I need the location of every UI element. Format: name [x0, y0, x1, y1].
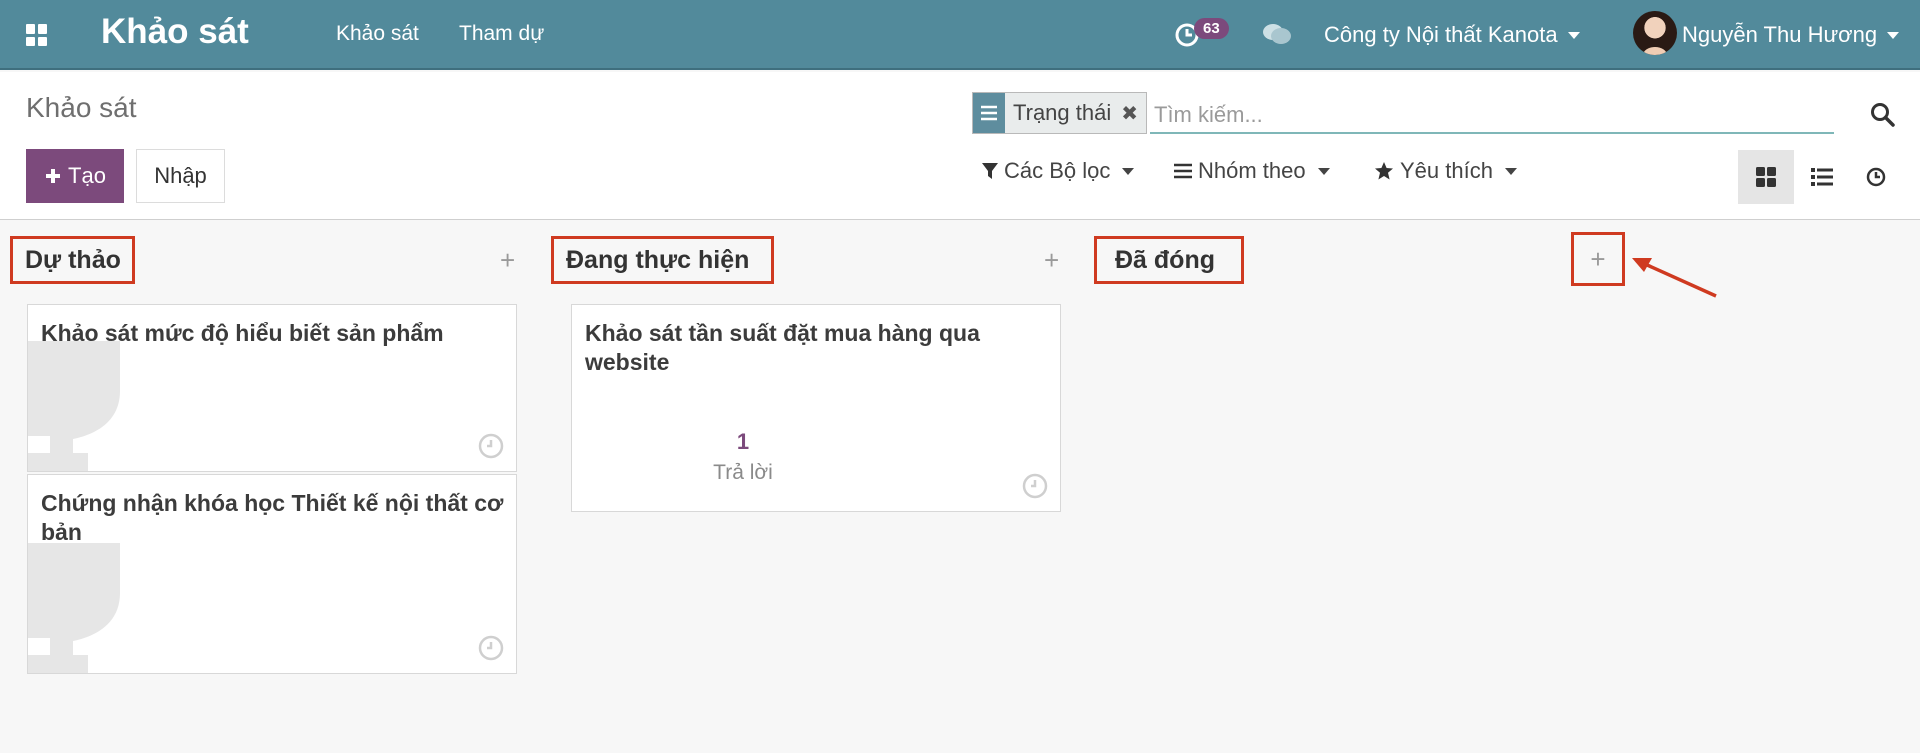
list-icon	[1174, 163, 1192, 179]
company-switcher[interactable]: Công ty Nội thất Kanota	[1324, 22, 1580, 48]
search-facet: Trạng thái ✖	[972, 92, 1148, 134]
user-name: Nguyễn Thu Hương	[1682, 22, 1878, 47]
breadcrumb: Khảo sát	[26, 92, 137, 123]
chat-icon[interactable]	[1262, 22, 1292, 48]
list-view-icon	[1811, 168, 1833, 186]
menu-khao-sat[interactable]: Khảo sát	[336, 22, 419, 46]
avatar[interactable]	[1633, 11, 1677, 55]
clock-icon[interactable]	[478, 433, 504, 459]
user-menu[interactable]: Nguyễn Thu Hương	[1682, 22, 1900, 48]
group-by-label: Nhóm theo	[1198, 158, 1306, 183]
activity-view-button[interactable]	[1848, 150, 1904, 204]
app-brand[interactable]: Khảo sát	[101, 12, 249, 52]
kanban-card[interactable]: Chứng nhận khóa học Thiết kế nội thất cơ…	[27, 474, 517, 674]
company-name: Công ty Nội thất Kanota	[1324, 22, 1558, 47]
column-title: Dự thảo	[25, 245, 121, 274]
column-header-du-thao[interactable]: Dự thảo	[10, 236, 135, 284]
menu-tham-du[interactable]: Tham dự	[459, 22, 544, 46]
search-input[interactable]	[1150, 98, 1834, 134]
answer-count[interactable]: 1	[698, 429, 788, 455]
top-navbar: Khảo sát Khảo sát Tham dự 63 Công ty Nội…	[0, 0, 1920, 70]
filter-icon	[982, 163, 998, 179]
create-button[interactable]: Tạo	[26, 149, 124, 203]
search-icon[interactable]	[1870, 102, 1896, 128]
activity-count-badge: 63	[1194, 18, 1229, 39]
clock-icon[interactable]	[478, 635, 504, 661]
star-icon	[1375, 162, 1393, 180]
list-view-button[interactable]	[1794, 150, 1850, 204]
apps-menu-icon[interactable]	[26, 24, 48, 46]
plus-icon	[46, 169, 61, 183]
kanban-view-button[interactable]	[1738, 150, 1794, 204]
card-title: Chứng nhận khóa học Thiết kế nội thất cơ…	[41, 490, 504, 545]
favorites-dropdown[interactable]: Yêu thích	[1374, 158, 1517, 184]
filters-dropdown[interactable]: Các Bộ lọc	[982, 158, 1135, 184]
group-by-dropdown[interactable]: Nhóm theo	[1174, 158, 1330, 184]
chevron-down-icon	[1504, 167, 1517, 175]
create-label: Tạo	[68, 163, 106, 188]
answer-count-label: Trả lời	[713, 461, 773, 484]
clock-icon[interactable]	[1022, 473, 1048, 499]
import-button[interactable]: Nhập	[136, 149, 225, 203]
column-title: Đã đóng	[1115, 245, 1215, 274]
column-title: Đang thực hiện	[566, 245, 750, 274]
control-panel: Khảo sát Tạo Nhập Trạng thái ✖ Các Bộ lọ…	[0, 72, 1920, 220]
search-bar: Trạng thái ✖	[972, 92, 1900, 136]
column-header-dang-thuc-hien[interactable]: Đang thực hiện	[551, 236, 774, 284]
chevron-down-icon	[1317, 167, 1330, 175]
chevron-down-icon	[1567, 31, 1580, 39]
chevron-down-icon	[1122, 167, 1135, 175]
favorites-label: Yêu thích	[1400, 158, 1493, 183]
kanban-card[interactable]: Khảo sát mức độ hiểu biết sản phẩm	[27, 304, 517, 472]
kanban-view-icon	[1756, 167, 1776, 187]
facet-label: Trạng thái	[1013, 100, 1112, 125]
column-add-button[interactable]: +	[500, 247, 515, 273]
column-add-button[interactable]: +	[1044, 247, 1059, 273]
card-title: Khảo sát tần suất đặt mua hàng qua websi…	[585, 320, 980, 375]
activity-button[interactable]: 63	[1172, 18, 1232, 52]
chevron-down-icon	[1887, 31, 1900, 39]
activity-view-icon	[1866, 167, 1886, 187]
column-header-da-dong[interactable]: Đã đóng	[1094, 236, 1244, 284]
card-title: Khảo sát mức độ hiểu biết sản phẩm	[41, 320, 444, 346]
remove-facet-icon[interactable]: ✖	[1121, 101, 1138, 126]
annotation-arrow	[1632, 258, 1717, 298]
kanban-card[interactable]: Khảo sát tần suất đặt mua hàng qua websi…	[571, 304, 1061, 512]
filters-label: Các Bộ lọc	[1004, 158, 1111, 183]
filter-list-icon	[973, 93, 1005, 133]
column-add-button[interactable]: +	[1571, 232, 1625, 286]
